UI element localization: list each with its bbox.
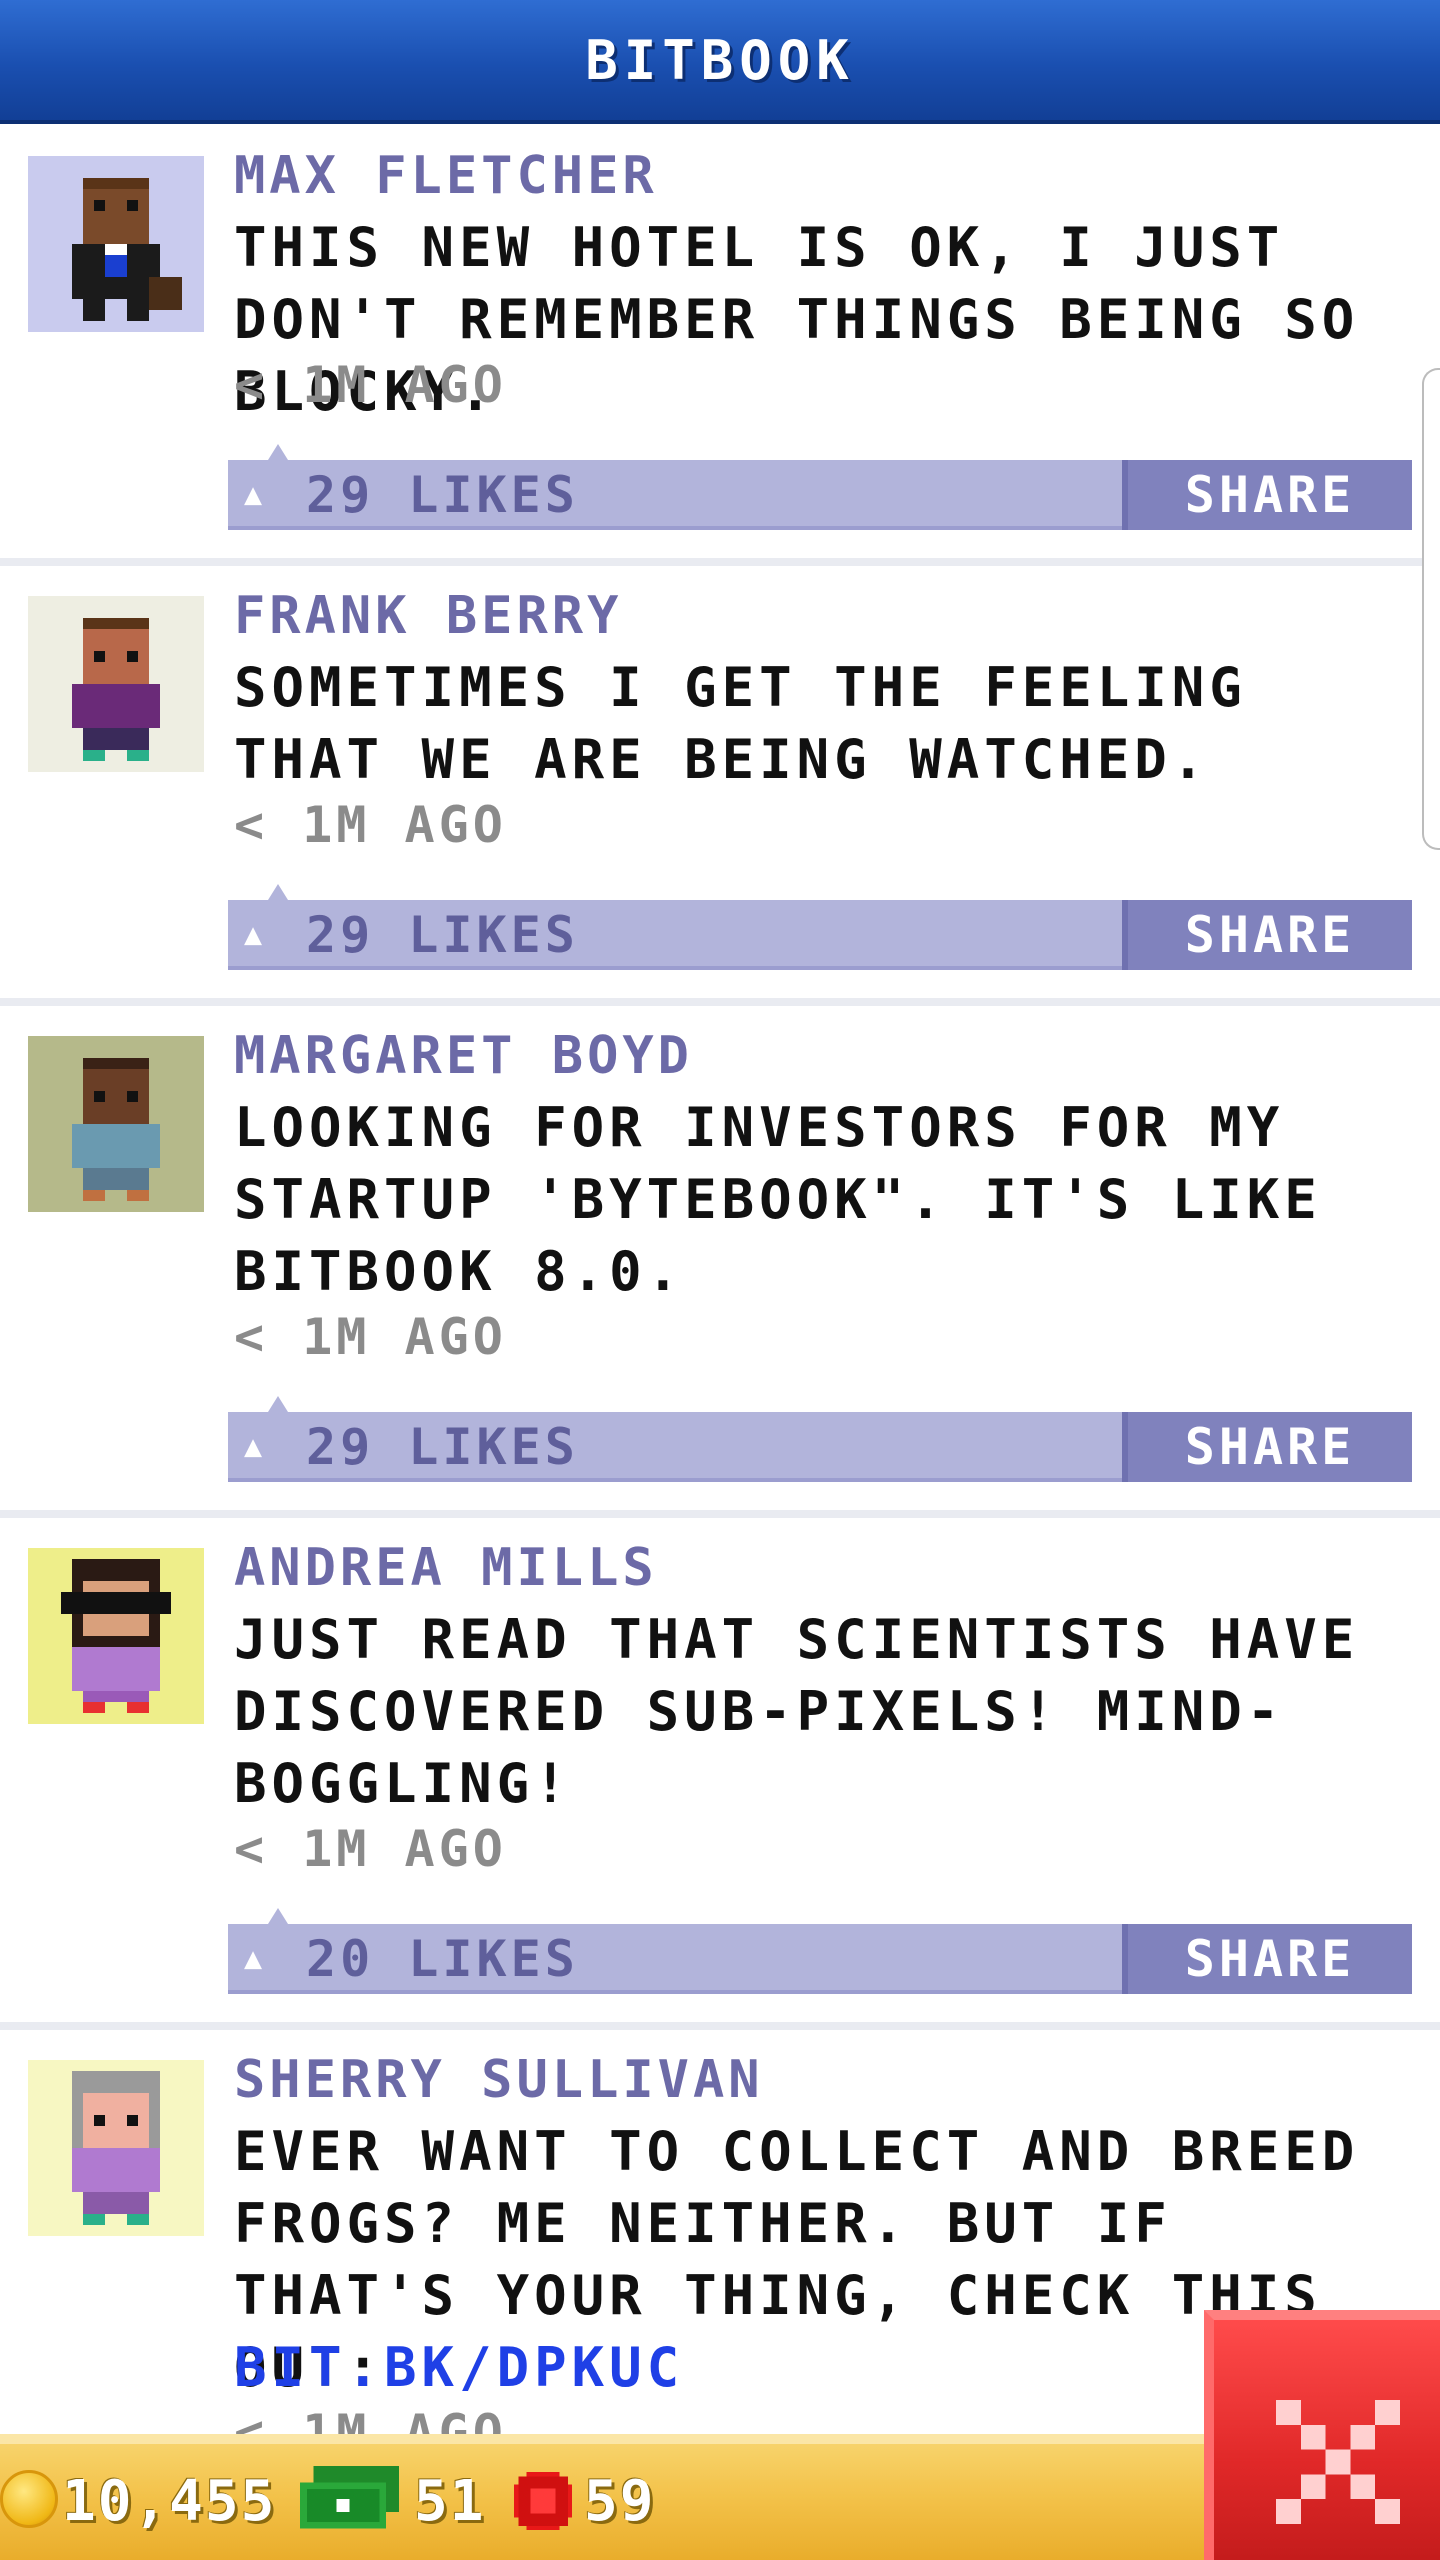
coins-count: 10,455 — [62, 2469, 277, 2534]
like-icon[interactable]: ▲ — [244, 1944, 278, 1974]
app-header: BITBOOK — [0, 0, 1440, 124]
post-text: SOMETIMES I GET THE FEELING THAT WE ARE … — [234, 656, 1247, 791]
bux-icon — [300, 2466, 400, 2529]
coin-icon — [0, 2470, 58, 2528]
share-button[interactable]: SHARE — [1122, 1412, 1412, 1482]
post-divider — [0, 1510, 1440, 1518]
feed-list[interactable]: MAX FLETCHER THIS NEW HOTEL IS OK, I JUS… — [0, 124, 1440, 2434]
avatar[interactable] — [28, 2060, 204, 2236]
like-icon[interactable]: ▲ — [244, 480, 278, 510]
likes-notch — [268, 1908, 288, 1924]
likes-bar: ▲ 29 LIKES SHARE — [228, 884, 1412, 970]
post-author[interactable]: MAX FLETCHER — [234, 146, 658, 206]
likes-count: 29 LIKES — [306, 906, 579, 964]
post-time: < 1M AGO — [234, 2404, 507, 2434]
share-button[interactable]: SHARE — [1122, 1924, 1412, 1994]
post-divider — [0, 558, 1440, 566]
likes-bar: ▲ 20 LIKES SHARE — [228, 1908, 1412, 1994]
post-time: < 1M AGO — [234, 1820, 507, 1878]
share-button[interactable]: SHARE — [1122, 460, 1412, 530]
post-time: < 1M AGO — [234, 356, 507, 414]
post-author[interactable]: MARGARET BOYD — [234, 1026, 693, 1086]
post-text: JUST READ THAT SCIENTISTS HAVE DISCOVERE… — [234, 1608, 1360, 1815]
post-author[interactable]: FRANK BERRY — [234, 586, 622, 646]
close-button[interactable] — [1204, 2310, 1440, 2560]
avatar[interactable] — [28, 156, 204, 332]
likes-count: 29 LIKES — [306, 1418, 579, 1476]
post-author[interactable]: ANDREA MILLS — [234, 1538, 658, 1598]
likes-notch — [268, 884, 288, 900]
likes-bar: ▲ 29 LIKES SHARE — [228, 1396, 1412, 1482]
likes-count: 20 LIKES — [306, 1930, 579, 1988]
post-author[interactable]: SHERRY SULLIVAN — [234, 2050, 764, 2110]
likes-count: 29 LIKES — [306, 466, 579, 524]
share-button[interactable]: SHARE — [1122, 900, 1412, 970]
avatar[interactable] — [28, 1548, 204, 1724]
avatar[interactable] — [28, 596, 204, 772]
post-text: LOOKING FOR INVESTORS FOR MY STARTUP 'BY… — [234, 1096, 1322, 1303]
post-divider — [0, 998, 1440, 1006]
bux-count: 51 — [414, 2469, 486, 2534]
post-time: < 1M AGO — [234, 796, 507, 854]
post-time: < 1M AGO — [234, 1308, 507, 1366]
like-icon[interactable]: ▲ — [244, 1432, 278, 1462]
likes-bar: ▲ 29 LIKES SHARE — [228, 444, 1412, 530]
scrollbar-handle[interactable] — [1422, 368, 1440, 850]
bits-count: 59 — [584, 2469, 656, 2534]
likes-notch — [268, 1396, 288, 1412]
bits-icon — [514, 2472, 572, 2530]
close-icon — [1276, 2400, 1400, 2524]
likes-notch — [268, 444, 288, 460]
app-title: BITBOOK — [585, 28, 855, 92]
like-icon[interactable]: ▲ — [244, 920, 278, 950]
post-divider — [0, 2022, 1440, 2030]
avatar[interactable] — [28, 1036, 204, 1212]
